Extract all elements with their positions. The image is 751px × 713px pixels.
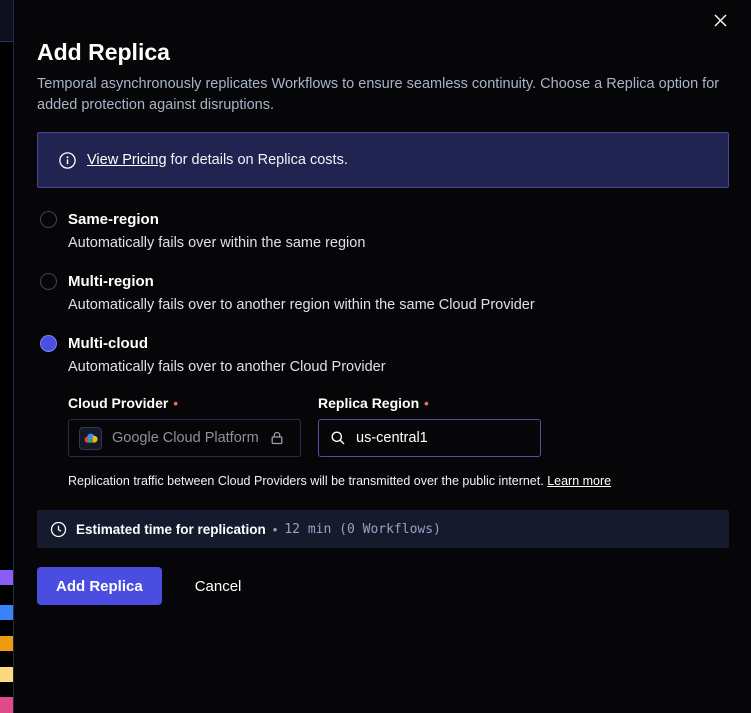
public-internet-note: Replication traffic between Cloud Provid… — [68, 474, 729, 488]
close-icon — [713, 13, 728, 28]
required-dot: • — [173, 396, 178, 411]
background-header-edge — [0, 0, 13, 42]
pricing-info-banner: View Pricing for details on Replica cost… — [37, 132, 729, 188]
lock-icon — [269, 430, 285, 446]
option-description: Automatically fails over within the same… — [68, 235, 729, 251]
option-multi-region: Multi-region Automatically fails over to… — [37, 273, 729, 313]
radio-same-region[interactable]: Same-region — [37, 211, 729, 228]
color-block-yellow — [0, 667, 13, 682]
option-same-region: Same-region Automatically fails over wit… — [37, 211, 729, 251]
estimate-banner: Estimated time for replication • 12 min … — [37, 510, 729, 548]
radio-multi-region[interactable]: Multi-region — [37, 273, 729, 290]
option-label: Same-region — [68, 211, 159, 228]
replica-option-group: Same-region Automatically fails over wit… — [37, 211, 729, 488]
required-dot: • — [424, 396, 429, 411]
replica-region-field[interactable] — [318, 419, 541, 457]
search-icon — [330, 430, 346, 446]
learn-more-link[interactable]: Learn more — [547, 474, 611, 488]
modal-actions: Add Replica Cancel — [37, 567, 729, 605]
cloud-provider-field: Google Cloud Platform — [68, 419, 301, 457]
add-replica-button[interactable]: Add Replica — [37, 567, 162, 605]
page-title: Add Replica — [37, 39, 729, 66]
google-cloud-icon — [79, 427, 102, 450]
option-label: Multi-region — [68, 273, 154, 290]
option-multi-cloud: Multi-cloud Automatically fails over to … — [37, 335, 729, 488]
replica-region-label: Replica Region• — [318, 395, 541, 411]
add-replica-modal: Add Replica Temporal asynchronously repl… — [13, 0, 751, 713]
replica-region-input[interactable] — [354, 429, 518, 447]
option-label: Multi-cloud — [68, 335, 148, 352]
cancel-button[interactable]: Cancel — [189, 577, 248, 596]
option-description: Automatically fails over to another regi… — [68, 297, 729, 313]
pricing-banner-text: for details on Replica costs. — [167, 152, 348, 168]
close-button[interactable] — [711, 11, 729, 29]
option-description: Automatically fails over to another Clou… — [68, 359, 729, 375]
info-icon — [58, 151, 77, 170]
view-pricing-link[interactable]: View Pricing — [87, 152, 167, 168]
radio-multi-cloud[interactable]: Multi-cloud — [37, 335, 729, 352]
multi-cloud-subform: Cloud Provider• Replica Region• — [68, 395, 729, 488]
radio-circle-unselected-icon[interactable] — [40, 273, 57, 290]
color-block-pink — [0, 697, 13, 713]
estimate-label: Estimated time for replication — [76, 522, 266, 537]
radio-circle-selected-icon[interactable] — [40, 335, 57, 352]
estimate-separator: • — [273, 522, 278, 537]
modal-description: Temporal asynchronously replicates Workf… — [37, 74, 729, 116]
color-block-orange — [0, 636, 13, 651]
color-block-purple — [0, 570, 13, 585]
background-page-edge — [0, 0, 13, 713]
radio-circle-unselected-icon[interactable] — [40, 211, 57, 228]
cloud-provider-value: Google Cloud Platform — [112, 430, 259, 446]
cloud-provider-label: Cloud Provider• — [68, 395, 301, 411]
clock-icon — [50, 521, 67, 538]
estimate-value: 12 min (0 Workflows) — [284, 522, 441, 537]
color-block-blue — [0, 605, 13, 620]
